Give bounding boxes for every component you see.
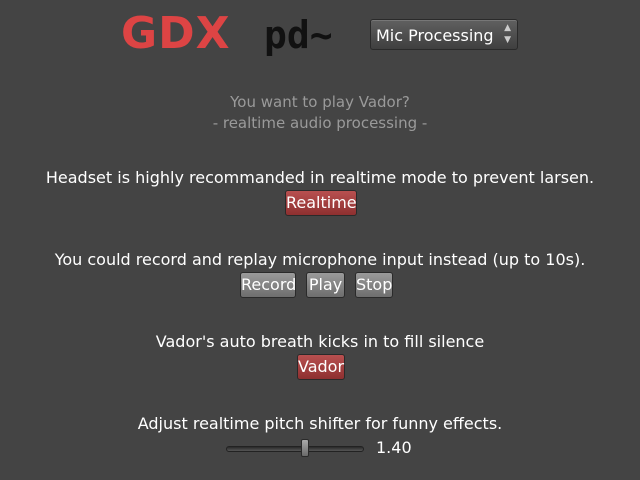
realtime-button[interactable]: Realtime — [285, 190, 357, 216]
logo-pd: pd~ — [264, 13, 333, 57]
pitch-slider-track[interactable] — [226, 446, 364, 452]
record-message: You could record and replay microphone i… — [54, 250, 586, 269]
up-down-arrows-icon: ▲ ▼ — [504, 23, 511, 45]
stop-button[interactable]: Stop — [355, 272, 393, 298]
realtime-message: Headset is highly recommanded in realtim… — [45, 168, 595, 187]
intro-subtitle: - realtime audio processing - — [212, 114, 428, 132]
pitch-value: 1.40 — [376, 438, 412, 457]
record-button[interactable]: Record — [240, 272, 296, 298]
pitch-slider-handle[interactable] — [301, 439, 310, 457]
vador-button[interactable]: Vador — [297, 354, 345, 380]
logo-gdx: GDX — [121, 8, 231, 59]
play-button[interactable]: Play — [306, 272, 345, 298]
processing-mode-select[interactable]: Mic Processing ▲ ▼ — [370, 19, 518, 50]
processing-mode-value: Mic Processing — [376, 26, 494, 45]
intro-title: You want to play Vador? — [230, 93, 410, 111]
pitch-message: Adjust realtime pitch shifter for funny … — [137, 414, 503, 433]
breath-message: Vador's auto breath kicks in to fill sil… — [155, 332, 485, 351]
